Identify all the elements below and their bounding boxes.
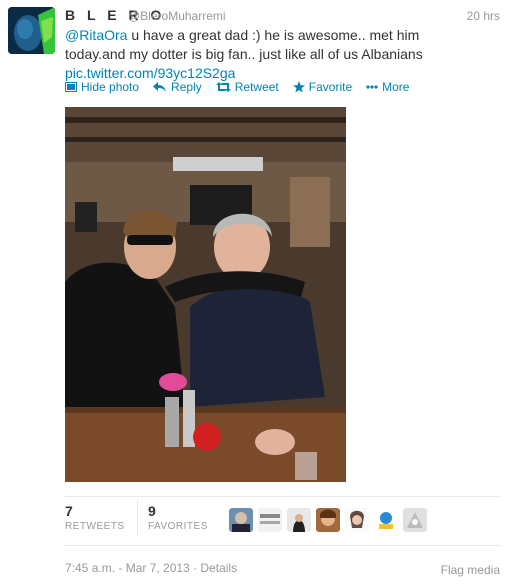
favoriter-image bbox=[287, 508, 311, 532]
media-link[interactable]: pic.twitter.com/93yc12S2ga bbox=[65, 65, 235, 81]
favoriter-image bbox=[374, 508, 398, 532]
star-icon bbox=[292, 81, 305, 93]
reply-icon bbox=[153, 82, 167, 92]
retweets-label: RETWEETS bbox=[65, 521, 125, 532]
reply-label: Reply bbox=[171, 80, 202, 94]
mention-link[interactable]: @RitaOra bbox=[65, 27, 127, 43]
stats-separator bbox=[137, 500, 138, 536]
photo-icon bbox=[65, 82, 77, 92]
favoriter-avatar[interactable] bbox=[229, 508, 253, 532]
retweets-stat[interactable]: 7 RETWEETS bbox=[65, 503, 125, 532]
favoriter-image bbox=[258, 508, 282, 532]
retweets-count: 7 bbox=[65, 503, 73, 519]
tweet-text-line1: u have a great dad :) he is awesome.. me… bbox=[127, 27, 420, 43]
reply-button[interactable]: Reply bbox=[153, 80, 202, 94]
favoriter-avatar[interactable] bbox=[403, 508, 427, 532]
photo-image bbox=[65, 107, 346, 482]
hide-photo-label: Hide photo bbox=[81, 80, 140, 94]
tweet-photo[interactable] bbox=[65, 107, 346, 482]
favorites-stat[interactable]: 9 FAVORITES bbox=[148, 503, 208, 532]
favoriter-avatar[interactable] bbox=[287, 508, 311, 532]
favoriter-image bbox=[345, 508, 369, 532]
avatar-image bbox=[8, 7, 55, 54]
more-dots-icon bbox=[366, 85, 378, 89]
favoriter-image bbox=[403, 508, 427, 532]
tweet-text-line2: today.and my dotter is big fan.. just li… bbox=[65, 46, 423, 62]
retweet-label: Retweet bbox=[234, 80, 279, 94]
stats-divider-top bbox=[65, 496, 501, 497]
more-label: More bbox=[382, 80, 410, 94]
favoriter-avatar[interactable] bbox=[374, 508, 398, 532]
flag-media-link[interactable]: Flag media bbox=[441, 563, 500, 577]
tweet-text: @RitaOra u have a great dad :) he is awe… bbox=[65, 26, 485, 83]
favorites-count: 9 bbox=[148, 503, 156, 519]
favorite-button[interactable]: Favorite bbox=[292, 80, 353, 94]
favoriter-avatar[interactable] bbox=[345, 508, 369, 532]
tweet-actions: Hide photo Reply Retweet Favorite More bbox=[65, 80, 409, 94]
favoriters-avatars bbox=[229, 508, 427, 532]
favoriter-image bbox=[229, 508, 253, 532]
favoriter-image bbox=[316, 508, 340, 532]
retweet-icon bbox=[215, 82, 231, 92]
tweet-date-details[interactable]: 7:45 a.m. - Mar 7, 2013 · Details bbox=[65, 561, 237, 575]
retweet-button[interactable]: Retweet bbox=[215, 80, 279, 94]
favoriter-avatar[interactable] bbox=[258, 508, 282, 532]
user-handle[interactable]: @BleroMuharremi bbox=[128, 9, 226, 23]
stats-divider-bottom bbox=[65, 545, 501, 546]
tweet-timestamp[interactable]: 20 hrs bbox=[467, 9, 500, 23]
hide-photo-button[interactable]: Hide photo bbox=[65, 80, 139, 94]
user-avatar[interactable] bbox=[8, 7, 55, 54]
favorites-label: FAVORITES bbox=[148, 521, 208, 532]
more-button[interactable]: More bbox=[366, 80, 409, 94]
favorite-label: Favorite bbox=[308, 80, 353, 94]
favoriter-avatar[interactable] bbox=[316, 508, 340, 532]
